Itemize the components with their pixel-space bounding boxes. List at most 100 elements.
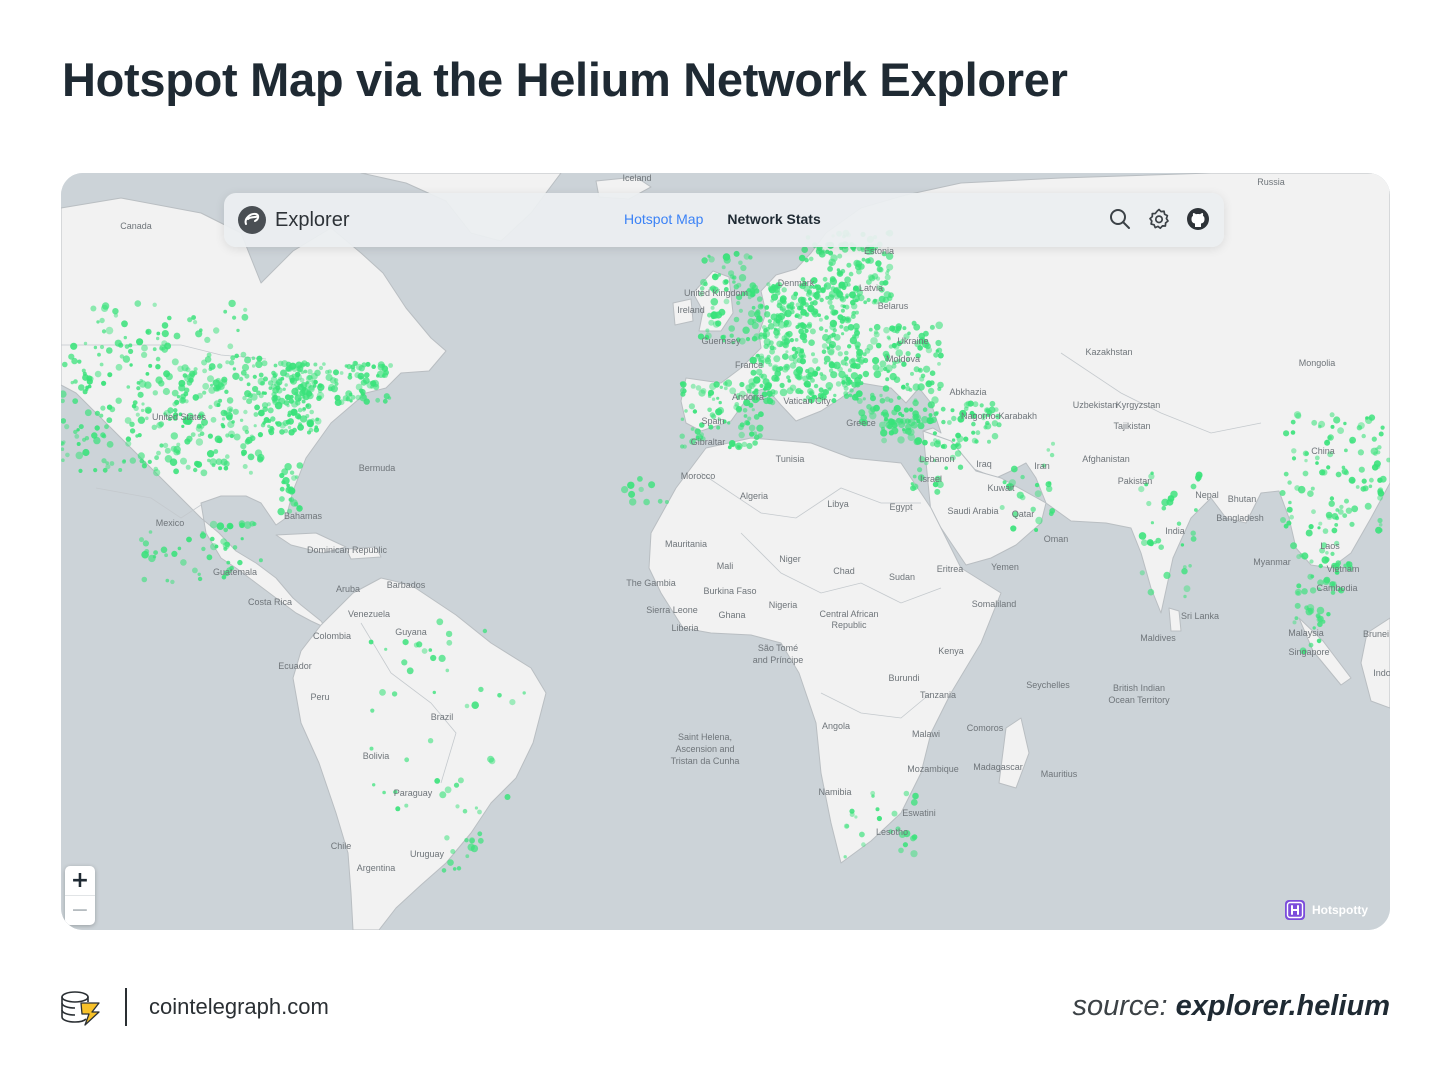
hotspot-dot bbox=[870, 392, 875, 398]
world-map[interactable]: Iceland Russia Canada Estonia United Kin… bbox=[61, 173, 1390, 930]
hotspot-dot bbox=[1190, 483, 1197, 490]
source-value[interactable]: explorer.helium bbox=[1176, 990, 1390, 1022]
tab-hotspot-map[interactable]: Hotspot Map bbox=[624, 211, 703, 227]
hotspotty-attribution[interactable]: Hotspotty bbox=[1285, 900, 1368, 920]
hotspot-dot bbox=[156, 450, 161, 456]
map-label-france: France bbox=[735, 360, 763, 370]
hotspot-dot bbox=[261, 360, 268, 367]
hotspot-dot bbox=[258, 558, 263, 563]
hotspot-dot bbox=[404, 757, 410, 763]
hotspot-dot bbox=[213, 327, 220, 334]
map-label-eritrea: Eritrea bbox=[937, 564, 964, 574]
footer-domain[interactable]: cointelegraph.com bbox=[149, 994, 329, 1020]
hotspot-dot bbox=[232, 545, 238, 550]
hotspot-dot bbox=[1305, 529, 1313, 537]
hotspot-dot bbox=[1034, 490, 1042, 498]
hotspot-dot bbox=[218, 398, 223, 403]
hotspot-dot bbox=[739, 381, 745, 388]
hotspot-dot bbox=[862, 397, 866, 401]
hotspot-dot bbox=[84, 409, 92, 417]
hotspot-dot bbox=[177, 546, 182, 551]
map-label-mexico: Mexico bbox=[156, 518, 185, 528]
hotspot-dot bbox=[1141, 539, 1148, 546]
hotspot-dot bbox=[854, 330, 860, 336]
map-label-sainthelena-line3: Tristan da Cunha bbox=[671, 756, 740, 766]
hotspot-dot bbox=[345, 396, 351, 402]
hotspot-dot bbox=[768, 362, 773, 367]
hotspot-dot bbox=[931, 396, 939, 404]
github-icon[interactable] bbox=[1186, 207, 1210, 231]
hotspot-dot bbox=[359, 375, 363, 380]
hotspot-dot bbox=[872, 364, 880, 371]
map-label-libya: Libya bbox=[827, 499, 849, 509]
map-label-singapore: Singapore bbox=[1288, 647, 1329, 657]
hotspot-dot bbox=[1294, 602, 1301, 609]
map-label-tanzania: Tanzania bbox=[920, 690, 956, 700]
hotspot-dot bbox=[738, 431, 745, 439]
hotspot-dot bbox=[471, 701, 480, 709]
hotspot-dot bbox=[242, 395, 247, 401]
hotspot-dot bbox=[456, 866, 462, 871]
hotspot-dot bbox=[434, 778, 441, 784]
map-label-dominican: Dominican Republic bbox=[307, 545, 388, 555]
zoom-out-button[interactable]: − bbox=[65, 896, 95, 925]
hotspot-dot bbox=[1309, 587, 1317, 594]
hotspot-dot bbox=[679, 433, 685, 439]
zoom-in-button[interactable]: + bbox=[65, 866, 95, 896]
hotspot-dot bbox=[364, 372, 370, 378]
explorer-brand[interactable]: Explorer bbox=[238, 206, 349, 234]
map-label-biot-line1: British Indian bbox=[1113, 683, 1165, 693]
hotspot-dot bbox=[176, 395, 181, 399]
hotspot-dot bbox=[911, 834, 918, 840]
hotspot-dot bbox=[886, 263, 894, 271]
hotspot-dot bbox=[971, 430, 976, 435]
hotspot-dot bbox=[1373, 451, 1378, 457]
sri-lanka-landmass bbox=[1168, 607, 1182, 632]
hotspot-dot bbox=[1329, 496, 1335, 501]
hotspot-dot bbox=[711, 397, 716, 401]
hotspot-dot bbox=[773, 355, 781, 363]
hotspot-dot bbox=[1138, 486, 1145, 493]
hotspot-dot bbox=[940, 406, 946, 412]
explorer-app-name: Explorer bbox=[275, 208, 350, 231]
hotspot-dot bbox=[795, 366, 804, 374]
hotspot-dot bbox=[171, 358, 179, 366]
hotspot-dot bbox=[804, 312, 809, 317]
search-icon[interactable] bbox=[1108, 207, 1132, 231]
hotspot-dot bbox=[1301, 552, 1309, 560]
map-label-andorra: Andorra bbox=[732, 392, 764, 402]
hotspot-dot bbox=[1380, 425, 1385, 430]
hotspot-dot bbox=[402, 639, 409, 646]
hotspot-dot bbox=[216, 522, 225, 530]
hotspot-dot bbox=[83, 341, 88, 346]
hotspot-dot bbox=[106, 347, 113, 354]
hotspot-dot bbox=[200, 469, 208, 477]
hotspot-dot bbox=[204, 336, 211, 343]
hotspot-dot bbox=[141, 576, 148, 583]
gear-icon[interactable] bbox=[1147, 207, 1171, 231]
hotspot-dot bbox=[701, 257, 708, 264]
hotspot-dot bbox=[935, 410, 939, 415]
hotspot-dot bbox=[803, 380, 811, 388]
hotspot-dot bbox=[183, 391, 189, 397]
map-label-chile: Chile bbox=[331, 841, 352, 851]
hotspot-dot bbox=[286, 404, 290, 408]
hotspot-dot bbox=[239, 418, 244, 422]
hotspot-dot bbox=[716, 425, 721, 430]
hotspot-dot bbox=[815, 366, 821, 371]
hotspot-dot bbox=[225, 360, 230, 365]
tab-network-stats[interactable]: Network Stats bbox=[727, 211, 820, 227]
hotspot-dot bbox=[249, 520, 256, 527]
hotspot-dot bbox=[439, 791, 447, 799]
hotspot-dot bbox=[627, 481, 635, 489]
hotspot-dot bbox=[1309, 559, 1314, 564]
map-label-kuwait: Kuwait bbox=[987, 483, 1015, 493]
hotspot-dot bbox=[1290, 419, 1296, 425]
hotspot-map[interactable]: Iceland Russia Canada Estonia United Kin… bbox=[61, 173, 1390, 930]
hotspot-dot bbox=[935, 321, 943, 330]
hotspot-dot bbox=[261, 402, 269, 409]
hotspot-dot bbox=[840, 304, 844, 308]
hotspot-dot bbox=[756, 424, 764, 432]
hotspot-dot bbox=[833, 310, 839, 315]
hotspot-dot bbox=[75, 451, 84, 460]
